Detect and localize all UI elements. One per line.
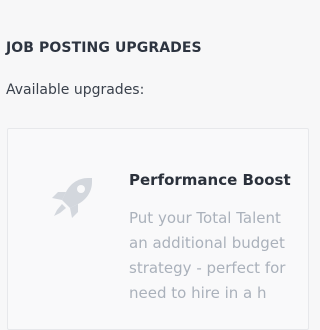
description-line: an additional budget <box>129 234 285 252</box>
rocket-icon <box>52 178 92 218</box>
upgrade-title: Performance Boost <box>129 171 291 189</box>
description-line: Put your Total Talent <box>129 209 281 227</box>
description-line: strategy - perfect for <box>129 259 286 277</box>
upgrade-description: Put your Total Talent an additional budg… <box>129 206 285 306</box>
description-line: need to hire in a h <box>129 284 267 302</box>
section-subtitle: Available upgrades: <box>6 82 145 98</box>
section-title: JOB POSTING UPGRADES <box>6 40 202 56</box>
